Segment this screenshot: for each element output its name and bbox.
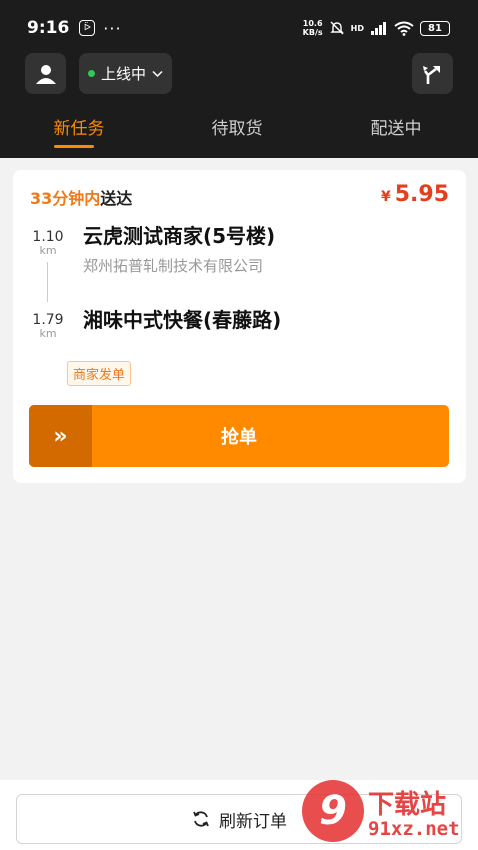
price-currency: ¥	[380, 189, 391, 205]
user-icon	[35, 64, 56, 84]
order-price: ¥5.95	[381, 182, 449, 207]
battery-icon: 81	[420, 20, 450, 36]
watermark-title: 下载站	[368, 790, 447, 820]
more-notifications-icon: ···	[103, 18, 122, 38]
grab-order-label: 抢单	[221, 427, 257, 448]
pickup-shop-subtitle: 郑州拓普轧制技术有限公司	[83, 257, 264, 275]
refresh-icon	[193, 811, 209, 827]
online-status-label: 上线中	[100, 65, 146, 83]
profile-button[interactable]	[25, 53, 66, 94]
wifi-icon	[394, 21, 414, 36]
merchant-order-tag: 商家发单	[67, 361, 132, 386]
watermark-logo: 9	[302, 780, 364, 842]
refresh-orders-label: 刷新订单	[219, 811, 287, 832]
route-connector-line	[47, 262, 48, 302]
route-split-icon	[422, 65, 440, 84]
dropoff-distance: 1.79 km	[32, 312, 64, 340]
watermark: 9 下载站 91xz.net	[302, 780, 472, 846]
pickup-distance: 1.10 km	[32, 229, 64, 257]
eta-time: 33分钟内	[30, 189, 101, 208]
watermark-url: 91xz.net	[368, 818, 460, 840]
double-chevron-right-icon: »	[29, 405, 92, 467]
dropoff-name: 湘味中式快餐(春藤路)	[83, 308, 282, 332]
price-value: 5.95	[394, 182, 449, 207]
top-bar: 9:16 ᐇ ··· 10.6 KB/s HD 81 上线中 新任务 待取货 配…	[0, 0, 478, 158]
tab-bar: 新任务 待取货 配送中	[0, 110, 478, 158]
status-bar: 9:16 ᐇ ··· 10.6 KB/s HD 81	[27, 14, 450, 42]
net-speed: 10.6 KB/s	[302, 19, 323, 37]
online-dot-icon	[87, 70, 95, 77]
delivery-eta: 33分钟内送达	[30, 185, 132, 209]
eta-suffix: 送达	[100, 189, 133, 208]
app-notification-icon: ᐇ	[79, 20, 96, 36]
tab-pending-pickup[interactable]: 待取货	[212, 114, 263, 139]
network-type: HD	[350, 23, 364, 33]
grab-order-button[interactable]: » 抢单	[29, 405, 449, 467]
pickup-shop-name: 云虎测试商家(5号楼)	[83, 224, 276, 248]
chevron-down-icon	[152, 70, 163, 77]
mute-bell-icon	[329, 21, 344, 35]
signal-icon	[371, 22, 386, 35]
route-button[interactable]	[412, 53, 453, 94]
order-card[interactable]: 33分钟内送达 ¥5.95 1.10 km 1.79 km 云虎测试商家(5号楼…	[13, 170, 466, 483]
status-time: 9:16	[27, 18, 70, 38]
active-tab-indicator	[54, 145, 94, 148]
tab-new-tasks[interactable]: 新任务	[54, 114, 105, 139]
tab-delivering[interactable]: 配送中	[371, 114, 422, 139]
online-status-dropdown[interactable]: 上线中	[79, 53, 172, 94]
